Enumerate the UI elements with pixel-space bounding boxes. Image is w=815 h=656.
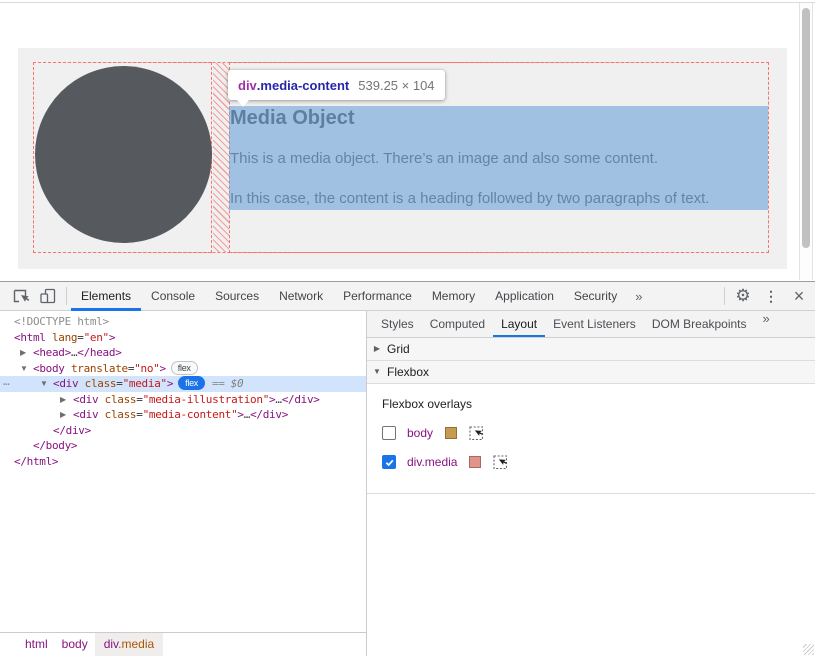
settings-gear-icon[interactable]: ⚙: [729, 282, 757, 310]
tab-application[interactable]: Application: [485, 282, 564, 311]
flex-badge-active[interactable]: flex: [178, 376, 205, 390]
crumb-body[interactable]: body: [55, 633, 95, 656]
flexbox-section-header[interactable]: ▼ Flexbox: [367, 361, 815, 384]
select-element-icon[interactable]: [493, 455, 508, 470]
overlay-element-label[interactable]: body: [407, 426, 433, 440]
collapse-arrow-icon: ▼: [367, 361, 387, 383]
tree-row-head[interactable]: ▶<head>…</head>: [0, 345, 366, 361]
crumb-div-media[interactable]: div.media: [95, 633, 163, 656]
devtools-panel: Elements Console Sources Network Perform…: [0, 281, 815, 656]
tree-row-close-div[interactable]: </div>: [0, 423, 366, 439]
flexbox-overlays-title: Flexbox overlays: [382, 397, 815, 411]
checkbox-body-overlay[interactable]: [382, 426, 396, 440]
flex-gap-hatch: [213, 63, 229, 252]
expand-arrow-icon[interactable]: ▶: [20, 345, 33, 361]
tab-sources[interactable]: Sources: [205, 282, 269, 311]
devtools-toolbar: Elements Console Sources Network Perform…: [0, 282, 815, 311]
tab-performance[interactable]: Performance: [333, 282, 422, 311]
tab-security[interactable]: Security: [564, 282, 627, 311]
kebab-menu-icon[interactable]: ⋮: [757, 282, 785, 310]
tab-console[interactable]: Console: [141, 282, 205, 311]
media-illustration-circle: [35, 66, 212, 243]
crumb-html[interactable]: html: [18, 633, 55, 656]
tree-row-media-illustration[interactable]: ▶<div class="media-illustration">…</div>: [0, 392, 366, 408]
tree-row-close-html[interactable]: </html>: [0, 454, 366, 470]
tree-row-body[interactable]: ▼<body translate="no">flex: [0, 361, 366, 377]
tooltip-class-name: .media-content: [257, 78, 349, 93]
tab-styles[interactable]: Styles: [373, 311, 422, 337]
close-devtools-icon[interactable]: ×: [785, 282, 813, 310]
more-sidebar-tabs-icon[interactable]: »: [755, 311, 778, 337]
overlay-color-swatch: [469, 456, 481, 468]
tab-network[interactable]: Network: [269, 282, 333, 311]
breadcrumb: html body div.media: [0, 632, 366, 656]
tree-row-div-media-selected[interactable]: …▼<div class="media">flex==$0: [0, 376, 366, 392]
expand-arrow-icon[interactable]: ▶: [60, 407, 73, 423]
collapse-arrow-icon[interactable]: ▼: [20, 361, 33, 377]
tab-computed[interactable]: Computed: [422, 311, 493, 337]
styles-sidebar: Styles Computed Layout Event Listeners D…: [367, 311, 815, 656]
inspect-tooltip: div.media-content 539.25 × 104: [228, 70, 445, 100]
devtools-window: Media Object This is a media object. The…: [0, 0, 815, 656]
checkbox-div-media-overlay[interactable]: [382, 455, 396, 469]
tab-layout[interactable]: Layout: [493, 311, 545, 337]
browser-top-border: [0, 2, 815, 3]
flex-badge[interactable]: flex: [171, 361, 198, 375]
tab-memory[interactable]: Memory: [422, 282, 485, 311]
tooltip-dimensions: 539.25 × 104: [358, 78, 434, 93]
tree-row-doctype[interactable]: <!DOCTYPE html>: [0, 314, 366, 330]
select-element-icon[interactable]: [469, 426, 484, 441]
toolbar-separator-right: [724, 287, 725, 305]
collapse-arrow-icon[interactable]: ▼: [40, 376, 53, 392]
tree-row-media-content[interactable]: ▶<div class="media-content">…</div>: [0, 407, 366, 423]
elements-tree-panel: <!DOCTYPE html> <html lang="en"> ▶<head>…: [0, 311, 367, 656]
grid-section-header[interactable]: ▶ Grid: [367, 338, 815, 361]
tooltip-pointer: [237, 100, 249, 107]
browser-viewport: Media Object This is a media object. The…: [0, 0, 815, 281]
inspect-element-icon[interactable]: [6, 282, 34, 310]
more-tabs-icon[interactable]: »: [627, 289, 650, 304]
expand-arrow-icon[interactable]: ▶: [60, 392, 73, 408]
element-highlight-overlay: [229, 106, 768, 210]
more-actions-dots-icon[interactable]: …: [3, 374, 9, 390]
tree-row-html[interactable]: <html lang="en">: [0, 330, 366, 346]
overlay-row-body: body: [382, 425, 815, 441]
sidebar-tab-bar: Styles Computed Layout Event Listeners D…: [367, 311, 815, 338]
page-scrollbar[interactable]: [799, 3, 813, 280]
tree-row-close-body[interactable]: </body>: [0, 438, 366, 454]
page-scrollbar-thumb[interactable]: [802, 8, 810, 248]
expand-arrow-icon: ▶: [367, 338, 387, 360]
tooltip-tag-name: div: [238, 78, 257, 93]
dollar-zero-reference: $0: [231, 377, 244, 390]
overlay-row-div-media: div.media: [382, 454, 815, 470]
tab-event-listeners[interactable]: Event Listeners: [545, 311, 644, 337]
overlay-element-label[interactable]: div.media: [407, 455, 457, 469]
toolbar-separator: [66, 287, 67, 305]
tab-dom-breakpoints[interactable]: DOM Breakpoints: [644, 311, 755, 337]
flexbox-overlays-section: Flexbox overlays body: [367, 384, 815, 494]
tab-elements[interactable]: Elements: [71, 282, 141, 311]
overlay-color-swatch: [445, 427, 457, 439]
device-toolbar-icon[interactable]: [34, 282, 62, 310]
resize-grip[interactable]: [803, 644, 814, 655]
